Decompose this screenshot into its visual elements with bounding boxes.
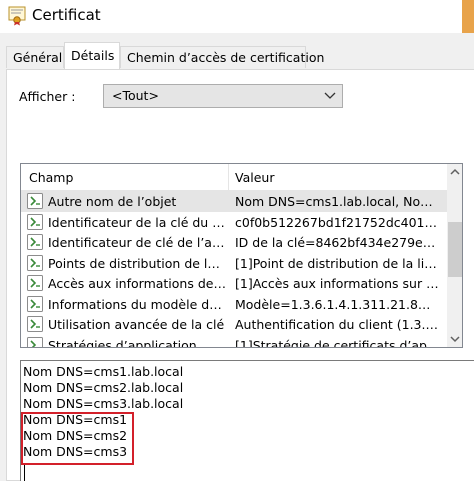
list-row[interactable]: Stratégies d’application [1]Stratégie de … bbox=[21, 335, 447, 348]
fields-listview[interactable]: Champ Valeur Autre nom de l’objet Nom DNS… bbox=[20, 163, 463, 348]
certificate-icon bbox=[8, 6, 26, 26]
list-row[interactable]: Informations du modèle de … Modèle=1.3.6.… bbox=[21, 294, 447, 315]
cell-valeur: c0f0b512267bd1f21752dc401… bbox=[235, 214, 437, 230]
cert-field-icon bbox=[27, 316, 43, 332]
cert-field-icon bbox=[27, 254, 43, 271]
value-line: Nom DNS=cms3.lab.local bbox=[23, 396, 184, 411]
cert-field-icon bbox=[27, 275, 43, 291]
cell-valeur: Modèle=1.3.6.1.4.1.311.21.8… bbox=[235, 296, 431, 312]
scroll-down-icon[interactable] bbox=[447, 331, 463, 347]
tab-details[interactable]: Détails bbox=[64, 42, 120, 69]
tab-chemin-acces[interactable]: Chemin d’accès de certification bbox=[120, 46, 324, 68]
cert-field-icon bbox=[27, 213, 43, 230]
afficher-label: Afficher : bbox=[19, 89, 76, 104]
cell-champ: Informations du modèle de … bbox=[48, 296, 226, 312]
cell-champ: Utilisation avancée de la clé bbox=[48, 317, 225, 332]
list-row[interactable]: Identificateur de clé de l’aut… ID de la … bbox=[21, 232, 447, 253]
tab-general[interactable]: Général bbox=[6, 46, 64, 68]
chevron-down-icon bbox=[324, 92, 336, 99]
cell-valeur: [1]Accès aux informations sur … bbox=[235, 276, 439, 291]
cert-field-icon bbox=[27, 234, 43, 250]
cell-champ: Identificateur de clé de l’aut… bbox=[48, 235, 226, 250]
scrollbar-thumb[interactable] bbox=[448, 222, 462, 277]
cell-valeur: ID de la clé=8462bf434e279e… bbox=[235, 235, 436, 250]
column-separator[interactable] bbox=[228, 164, 229, 191]
list-row[interactable]: Identificateur de la clé du s… c0f0b51226… bbox=[21, 212, 447, 233]
list-rows: Autre nom de l’objet Nom DNS=cms1.lab.loc… bbox=[21, 191, 447, 348]
list-header: Champ Valeur bbox=[21, 164, 447, 191]
column-header-champ[interactable]: Champ bbox=[29, 170, 73, 185]
column-header-valeur[interactable]: Valeur bbox=[235, 170, 274, 185]
cell-champ: Identificateur de la clé du s… bbox=[48, 214, 226, 230]
list-row[interactable]: Autre nom de l’objet Nom DNS=cms1.lab.loc… bbox=[21, 191, 447, 212]
text-cursor bbox=[24, 465, 25, 481]
cell-valeur: Authentification du client (1.3.… bbox=[235, 317, 438, 332]
title-bar: Certificat bbox=[0, 0, 474, 33]
value-line: Nom DNS=cms1.lab.local bbox=[23, 364, 184, 379]
cert-field-icon bbox=[27, 193, 43, 209]
cert-field-icon bbox=[27, 295, 43, 312]
cell-champ: Stratégies d’application bbox=[48, 337, 197, 348]
cell-champ: Points de distribution de la li… bbox=[48, 255, 226, 271]
afficher-value: <Tout> bbox=[112, 88, 159, 103]
cell-champ: Autre nom de l’objet bbox=[48, 194, 177, 209]
vertical-scrollbar[interactable] bbox=[447, 164, 463, 347]
title-accent bbox=[462, 0, 474, 33]
afficher-select[interactable]: <Tout> bbox=[103, 84, 343, 108]
highlight-annotation bbox=[21, 412, 134, 465]
cert-field-icon bbox=[27, 336, 43, 347]
details-panel: Afficher : <Tout> Champ Valeur Autre nom… bbox=[6, 69, 474, 481]
cell-valeur: [1]Stratégie de certificats d’ap… bbox=[235, 337, 440, 348]
list-row[interactable]: Accès aux informations de l’… [1]Accès au… bbox=[21, 273, 447, 294]
tab-strip: Général Détails Chemin d’accès de certif… bbox=[0, 42, 474, 70]
field-value-textbox[interactable]: Nom DNS=cms1.lab.local Nom DNS=cms2.lab.… bbox=[20, 360, 474, 481]
cell-champ: Accès aux informations de l’… bbox=[48, 276, 226, 291]
cell-valeur: Nom DNS=cms1.lab.local, Nom… bbox=[235, 194, 443, 209]
cell-valeur: [1]Point de distribution de la lis… bbox=[235, 255, 443, 271]
list-row[interactable]: Points de distribution de la li… [1]Point… bbox=[21, 253, 447, 274]
value-line: Nom DNS=cms2.lab.local bbox=[23, 380, 184, 395]
dialog-content: Général Détails Chemin d’accès de certif… bbox=[0, 33, 474, 481]
list-row[interactable]: Utilisation avancée de la clé Authentific… bbox=[21, 314, 447, 335]
scroll-up-icon[interactable] bbox=[447, 164, 463, 180]
window-title: Certificat bbox=[32, 6, 101, 24]
